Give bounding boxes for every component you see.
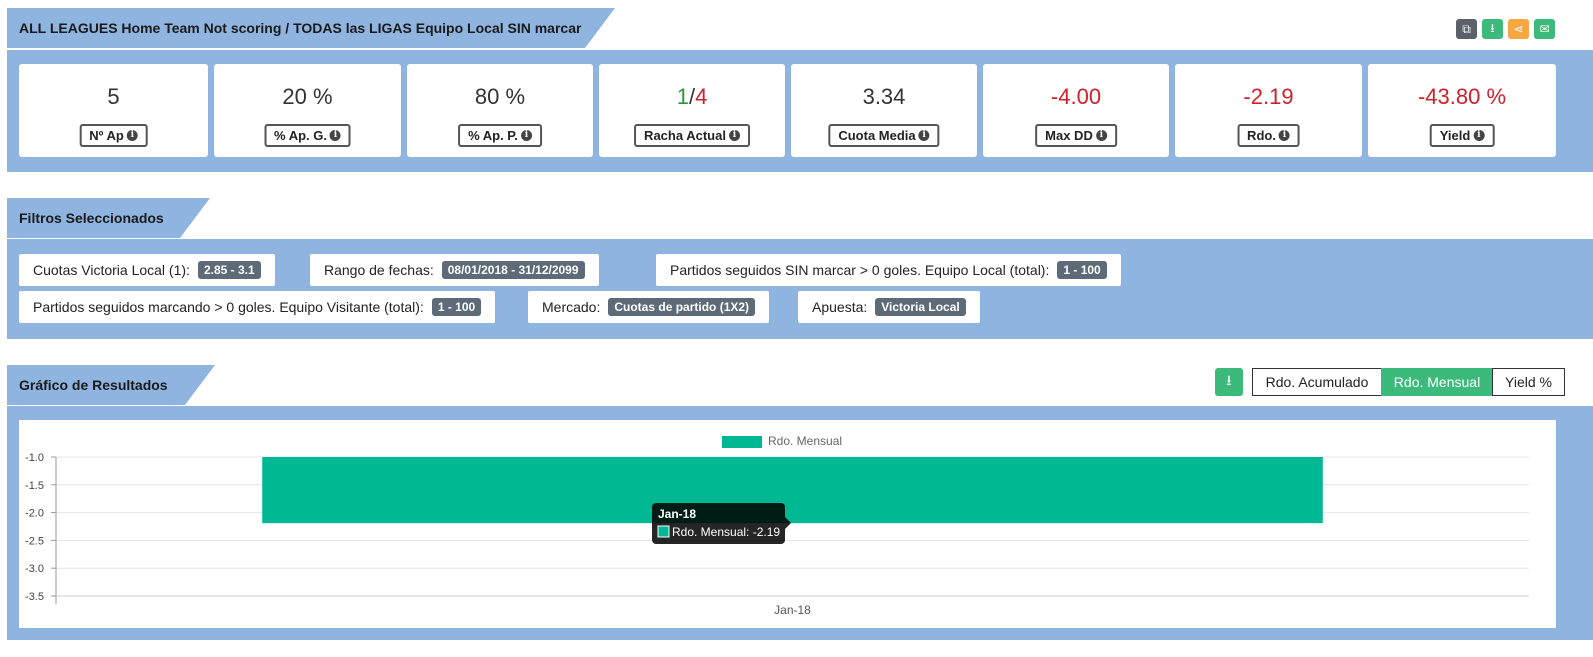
filters-tab: Filtros Seleccionados <box>7 198 210 238</box>
chart-download-button[interactable]: ⭳ <box>1215 368 1243 396</box>
info-icon[interactable]: i <box>728 130 740 141</box>
legend-label: Rdo. Mensual <box>768 434 842 448</box>
stat-label[interactable]: Racha Actual i <box>634 124 750 147</box>
download-icon: ⭳ <box>1226 372 1232 388</box>
filter-badge: 08/01/2018 - 31/12/2099 <box>441 261 585 279</box>
stat-label[interactable]: % Ap. P. i <box>458 124 542 147</box>
filter-chip: Cuotas Victoria Local (1): 2.85 - 3.1 <box>19 254 275 286</box>
filter-chip: Partidos seguidos SIN marcar > 0 goles. … <box>656 254 1121 286</box>
results-title: Gráfico de Resultados <box>19 377 168 393</box>
stat-label[interactable]: % Ap. G. i <box>264 124 351 147</box>
y-tick-label: -2.0 <box>25 508 44 520</box>
copy-button[interactable]: ⧉ <box>1456 19 1477 39</box>
stat-value: -4.00 <box>1050 84 1102 109</box>
stat-label[interactable]: Rdo. i <box>1237 124 1300 147</box>
page-title-tab: ALL LEAGUES Home Team Not scoring / TODA… <box>7 8 615 48</box>
filters-title: Filtros Seleccionados <box>19 210 164 226</box>
stat-card: 20 % % Ap. G. i <box>214 64 401 157</box>
filter-badge: 1 - 100 <box>1057 261 1107 279</box>
y-tick-label: -1.0 <box>25 452 44 464</box>
info-icon[interactable]: i <box>1278 130 1290 141</box>
stat-card: 1/4 Racha Actual i <box>599 64 785 157</box>
stat-value: 3.34 <box>862 84 906 109</box>
filter-chip: Mercado: Cuotas de partido (1X2) <box>528 291 770 323</box>
y-tick-label: -1.5 <box>25 480 44 492</box>
stat-card: 5 Nº Ap i <box>19 64 208 157</box>
stat-value: -2.19 <box>1243 84 1294 109</box>
stat-card: -4.00 Max DD i <box>983 64 1169 157</box>
filter-badge: 2.85 - 3.1 <box>197 261 261 279</box>
y-tick-label: -3.5 <box>25 591 44 603</box>
bar <box>262 457 1323 524</box>
stat-value: 5 <box>107 84 120 109</box>
stat-value: -43.80 % <box>1417 84 1507 109</box>
chart-panel: Rdo. Mensual -1.0 -1.5 -2.0 -2.5 -3.0 -3.5 Jan-… <box>19 420 1556 628</box>
email-button[interactable]: ✉ <box>1534 19 1555 39</box>
streak-losses: 4 <box>695 84 708 109</box>
stat-label[interactable]: Nº Ap i <box>79 124 148 147</box>
page-title: ALL LEAGUES Home Team Not scoring / TODA… <box>19 20 582 36</box>
tooltip-text: Rdo. Mensual: -2.19 <box>672 525 780 539</box>
filter-chip: Rango de fechas: 08/01/2018 - 31/12/2099 <box>310 254 599 286</box>
filter-badge: Victoria Local <box>875 298 966 316</box>
download-button[interactable]: ⭳ <box>1482 19 1503 39</box>
tab-rdo-acumulado[interactable]: Rdo. Acumulado <box>1252 368 1382 396</box>
x-tick-label: Jan-18 <box>774 603 811 617</box>
tab-rdo-mensual[interactable]: Rdo. Mensual <box>1381 368 1493 396</box>
tooltip-swatch <box>657 525 670 538</box>
info-icon[interactable]: i <box>1095 130 1107 141</box>
info-icon[interactable]: i <box>1473 130 1485 141</box>
streak-wins: 1 <box>676 84 689 109</box>
filter-chip: Apuesta: Victoria Local <box>798 291 980 323</box>
email-icon: ✉ <box>1539 22 1550 36</box>
share-icon: ⋖ <box>1513 22 1524 36</box>
tooltip-title: Jan-18 <box>658 507 696 521</box>
legend-swatch <box>722 436 762 448</box>
stat-value: 20 % <box>282 84 333 109</box>
share-button[interactable]: ⋖ <box>1508 19 1529 39</box>
stat-label[interactable]: Yield i <box>1429 124 1495 147</box>
download-icon: ⭳ <box>1490 20 1495 35</box>
info-icon[interactable]: i <box>329 130 341 141</box>
filter-badge: Cuotas de partido (1X2) <box>608 298 756 316</box>
results-tab: Gráfico de Resultados <box>7 365 215 405</box>
stat-card: -43.80 % Yield i <box>1368 64 1556 157</box>
stat-card: 80 % % Ap. P. i <box>407 64 593 157</box>
copy-icon: ⧉ <box>1462 21 1471 36</box>
info-icon[interactable]: i <box>126 130 138 141</box>
y-tick-label: -3.0 <box>25 563 44 575</box>
filter-badge: 1 - 100 <box>431 298 482 316</box>
stat-card: -2.19 Rdo. i <box>1175 64 1362 157</box>
stat-label[interactable]: Max DD i <box>1035 124 1117 147</box>
info-icon[interactable]: i <box>520 130 532 141</box>
stat-label[interactable]: Cuota Media i <box>828 124 940 147</box>
stat-value: 1/4 <box>599 84 785 110</box>
stat-value: 80 % <box>474 84 526 109</box>
tab-yield[interactable]: Yield % <box>1492 368 1565 396</box>
stat-card: 3.34 Cuota Media i <box>791 64 977 157</box>
results-chart: Rdo. Mensual -1.0 -1.5 -2.0 -2.5 -3.0 -3.5 Jan-… <box>25 434 1529 617</box>
filter-chip: Partidos seguidos marcando > 0 goles. Eq… <box>19 291 496 323</box>
info-icon[interactable]: i <box>918 130 930 141</box>
y-tick-label: -2.5 <box>25 535 44 547</box>
